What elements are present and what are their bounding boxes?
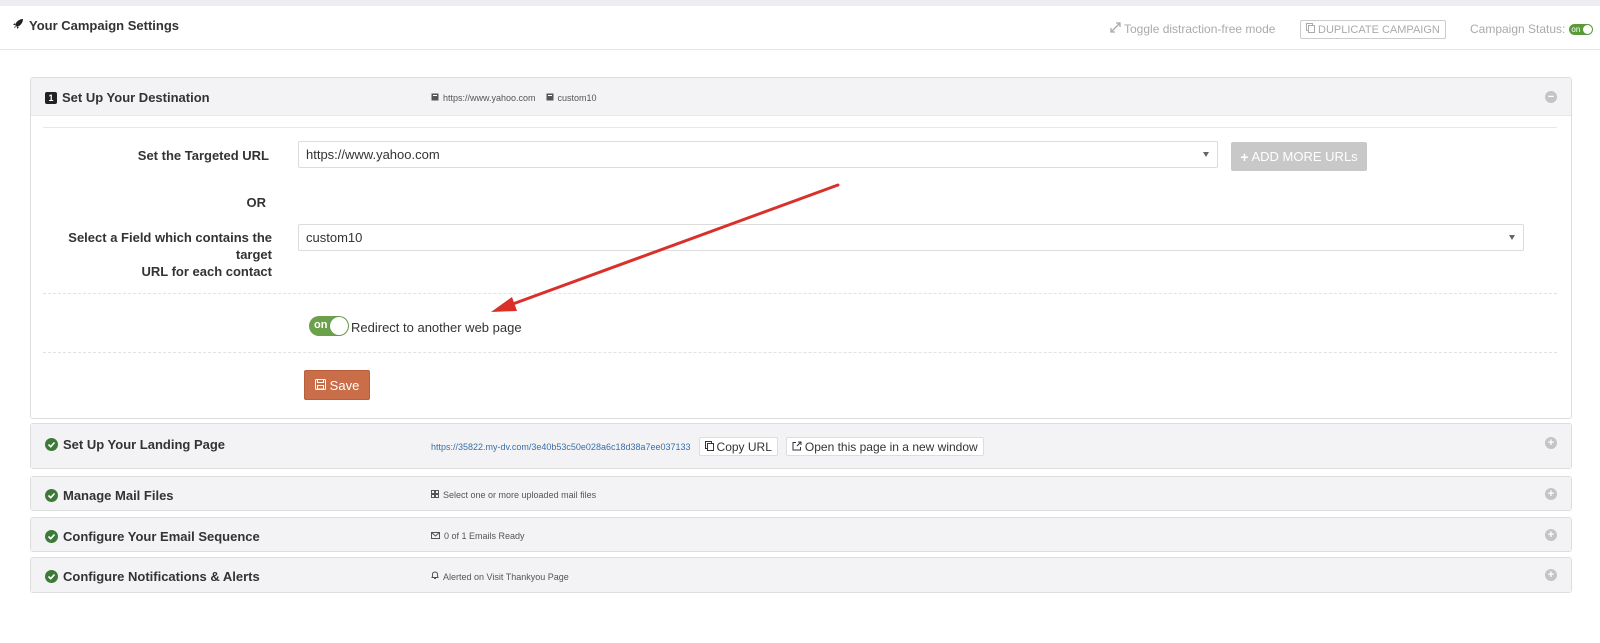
chevron-down-icon bbox=[1509, 235, 1515, 240]
field-select-label: Select a Field which contains the target… bbox=[31, 229, 272, 280]
expand-plus-icon[interactable]: + bbox=[1545, 569, 1557, 581]
toggle-knob bbox=[1583, 24, 1593, 34]
destination-title: 1 Set Up Your Destination bbox=[45, 90, 210, 105]
open-new-window-button[interactable]: Open this page in a new window bbox=[785, 437, 984, 456]
campaign-status: Campaign Status: on bbox=[1470, 22, 1594, 36]
field-select-label-line1: Select a Field which contains the target bbox=[68, 230, 272, 262]
collapse-minus-icon[interactable]: − bbox=[1545, 91, 1557, 103]
toggle-distraction-free[interactable]: Toggle distraction-free mode bbox=[1110, 22, 1275, 36]
notifications-summary-text: Alerted on Visit Thankyou Page bbox=[443, 571, 569, 582]
floppy-disk-icon bbox=[314, 378, 326, 393]
notifications-summary: Alerted on Visit Thankyou Page bbox=[431, 571, 569, 582]
campaign-status-toggle-text: on bbox=[1571, 24, 1581, 34]
or-label: OR bbox=[246, 195, 267, 210]
redirect-toggle[interactable]: on bbox=[309, 316, 349, 336]
expand-icon bbox=[1110, 22, 1121, 36]
toggle-distraction-label: Toggle distraction-free mode bbox=[1124, 22, 1276, 36]
toggle-knob bbox=[330, 317, 348, 335]
destination-summary: https://www.yahoo.com custom10 bbox=[431, 93, 597, 103]
plus-icon: + bbox=[1240, 148, 1249, 165]
email-sequence-panel-header[interactable]: Configure Your Email Sequence 0 of 1 Ema… bbox=[31, 518, 1571, 551]
mail-files-panel: Manage Mail Files Select one or more upl… bbox=[30, 476, 1572, 511]
mail-files-title-text: Manage Mail Files bbox=[63, 488, 174, 503]
expand-plus-icon[interactable]: + bbox=[1545, 529, 1557, 541]
landing-page-summary: https://35822.my-dv.com/3e40b53c50e028a6… bbox=[431, 437, 984, 456]
notifications-panel-header[interactable]: Configure Notifications & Alerts Alerted… bbox=[31, 558, 1571, 592]
email-sequence-title-text: Configure Your Email Sequence bbox=[63, 529, 260, 544]
chevron-down-icon bbox=[1203, 152, 1209, 157]
contact-field-value: custom10 bbox=[306, 230, 363, 245]
external-link-icon bbox=[792, 440, 802, 454]
step-number-badge: 1 bbox=[45, 91, 57, 104]
landing-page-url-link[interactable]: https://35822.my-dv.com/3e40b53c50e028a6… bbox=[431, 442, 691, 452]
add-more-urls-label: ADD MORE URLs bbox=[1251, 149, 1358, 164]
save-label: Save bbox=[329, 377, 360, 393]
check-circle-icon bbox=[45, 489, 58, 502]
dashed-divider bbox=[43, 293, 1557, 294]
notifications-title: Configure Notifications & Alerts bbox=[45, 569, 260, 584]
targeted-url-select[interactable]: https://www.yahoo.com bbox=[298, 141, 1218, 168]
email-sequence-title: Configure Your Email Sequence bbox=[45, 529, 260, 544]
check-circle-icon bbox=[45, 530, 58, 543]
add-more-urls-button[interactable]: + ADD MORE URLs bbox=[1231, 142, 1367, 171]
redirect-toggle-text: on bbox=[314, 319, 328, 331]
expand-plus-icon[interactable]: + bbox=[1545, 488, 1557, 500]
book-icon bbox=[431, 93, 439, 103]
field-select-label-line2: URL for each contact bbox=[141, 264, 272, 279]
dashed-divider bbox=[43, 352, 1557, 353]
bell-icon bbox=[431, 571, 439, 582]
destination-summary-field: custom10 bbox=[557, 93, 597, 103]
destination-title-text: Set Up Your Destination bbox=[62, 90, 210, 105]
mail-files-panel-header[interactable]: Manage Mail Files Select one or more upl… bbox=[31, 477, 1571, 510]
envelope-icon bbox=[431, 531, 440, 541]
mail-files-summary-text: Select one or more uploaded mail files bbox=[443, 490, 597, 500]
landing-page-panel: Set Up Your Landing Page https://35822.m… bbox=[30, 423, 1572, 469]
email-sequence-panel: Configure Your Email Sequence 0 of 1 Ema… bbox=[30, 517, 1572, 552]
landing-page-title: Set Up Your Landing Page bbox=[45, 437, 225, 452]
expand-plus-icon[interactable]: + bbox=[1545, 437, 1557, 449]
landing-page-panel-header[interactable]: Set Up Your Landing Page https://35822.m… bbox=[31, 424, 1571, 468]
copy-icon bbox=[704, 440, 714, 454]
copy-icon bbox=[1306, 23, 1315, 36]
duplicate-campaign-label: DUPLICATE CAMPAIGN bbox=[1318, 23, 1440, 36]
email-sequence-summary-text: 0 of 1 Emails Ready bbox=[444, 531, 525, 541]
save-button[interactable]: Save bbox=[304, 370, 370, 400]
destination-summary-url: https://www.yahoo.com bbox=[443, 93, 536, 103]
divider bbox=[43, 127, 1557, 128]
notifications-title-text: Configure Notifications & Alerts bbox=[63, 569, 260, 584]
rocket-icon bbox=[12, 18, 24, 33]
page-header: Your Campaign Settings Toggle distractio… bbox=[0, 6, 1600, 50]
targeted-url-value: https://www.yahoo.com bbox=[306, 147, 440, 162]
email-sequence-summary: 0 of 1 Emails Ready bbox=[431, 531, 525, 541]
open-new-window-label: Open this page in a new window bbox=[804, 439, 978, 454]
grid-icon bbox=[431, 490, 439, 500]
campaign-status-toggle[interactable]: on bbox=[1569, 23, 1594, 35]
targeted-url-label: Set the Targeted URL bbox=[137, 148, 269, 163]
mail-files-summary: Select one or more uploaded mail files bbox=[431, 490, 596, 500]
check-circle-icon bbox=[45, 438, 58, 451]
check-circle-icon bbox=[45, 570, 58, 583]
page-title-text: Your Campaign Settings bbox=[29, 18, 179, 33]
copy-url-button[interactable]: Copy URL bbox=[698, 437, 778, 456]
book-icon bbox=[546, 93, 554, 103]
destination-panel-header[interactable]: 1 Set Up Your Destination https://www.ya… bbox=[31, 78, 1571, 116]
notifications-panel: Configure Notifications & Alerts Alerted… bbox=[30, 557, 1572, 593]
campaign-status-label: Campaign Status: bbox=[1470, 22, 1566, 36]
mail-files-title: Manage Mail Files bbox=[45, 488, 174, 503]
page-title: Your Campaign Settings bbox=[12, 18, 179, 33]
copy-url-label: Copy URL bbox=[716, 439, 772, 454]
duplicate-campaign-button[interactable]: DUPLICATE CAMPAIGN bbox=[1300, 20, 1446, 39]
redirect-label: Redirect to another web page bbox=[351, 320, 522, 335]
destination-panel: 1 Set Up Your Destination https://www.ya… bbox=[30, 77, 1572, 419]
landing-page-title-text: Set Up Your Landing Page bbox=[63, 437, 226, 452]
contact-field-select[interactable]: custom10 bbox=[298, 224, 1524, 251]
